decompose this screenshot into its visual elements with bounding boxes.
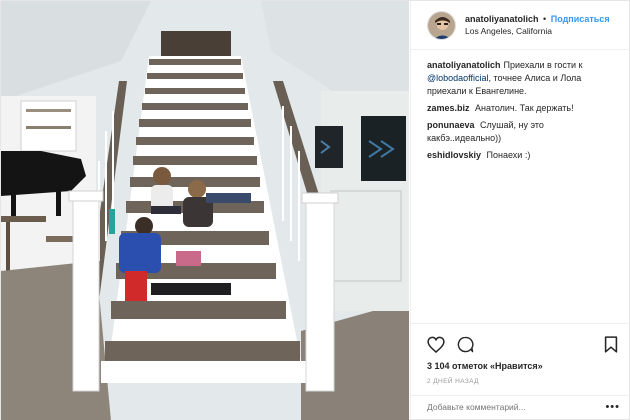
comment-icon[interactable] bbox=[457, 336, 474, 353]
post-photo[interactable] bbox=[1, 1, 409, 420]
post-header: anatoliyanatolich • Подписаться Los Ange… bbox=[411, 1, 630, 50]
list-item: eshidlovskiy Понаехи :) bbox=[427, 149, 617, 162]
heart-icon[interactable] bbox=[427, 336, 445, 353]
comment-input[interactable] bbox=[427, 402, 597, 412]
caption-mention[interactable]: @lobodaofficial bbox=[427, 73, 489, 83]
comment-username[interactable]: ponunaeva bbox=[427, 120, 475, 130]
comments-list: anatoliyanatolich Приехали в гости к @lob… bbox=[411, 50, 630, 162]
likes-count[interactable]: 3 104 отметок «Нравится» bbox=[427, 361, 618, 371]
staircase-photo bbox=[1, 1, 409, 420]
comment-username[interactable]: eshidlovskiy bbox=[427, 150, 481, 160]
comment-text: Анатолич. Так держать! bbox=[475, 103, 574, 113]
follow-button[interactable]: Подписаться bbox=[551, 14, 610, 24]
caption-text-before: Приехали в гости к bbox=[503, 60, 583, 70]
instagram-post: anatoliyanatolich • Подписаться Los Ange… bbox=[0, 0, 630, 420]
caption-username[interactable]: anatoliyanatolich bbox=[427, 60, 501, 70]
comment-text: Понаехи :) bbox=[486, 150, 531, 160]
post-location[interactable]: Los Angeles, California bbox=[465, 25, 610, 37]
author-username[interactable]: anatoliyanatolich bbox=[465, 14, 539, 24]
avatar-image bbox=[428, 11, 455, 39]
more-icon[interactable]: ••• bbox=[605, 401, 620, 413]
avatar[interactable] bbox=[427, 10, 456, 40]
comment-username[interactable]: zames.biz bbox=[427, 103, 470, 113]
post-timestamp[interactable]: 2 ДНЕЙ НАЗАД bbox=[427, 378, 618, 385]
post-side-panel: anatoliyanatolich • Подписаться Los Ange… bbox=[410, 1, 630, 420]
list-item: zames.biz Анатолич. Так держать! bbox=[427, 102, 617, 115]
list-item: ponunaeva Слушай, ну это какбэ..идеально… bbox=[427, 119, 617, 145]
caption: anatoliyanatolich Приехали в гости к @lob… bbox=[427, 59, 617, 98]
separator-dot: • bbox=[543, 14, 547, 24]
post-actions: 3 104 отметок «Нравится» 2 ДНЕЙ НАЗАД bbox=[411, 323, 630, 385]
add-comment-bar: ••• bbox=[411, 395, 630, 420]
bookmark-icon[interactable] bbox=[604, 335, 618, 353]
